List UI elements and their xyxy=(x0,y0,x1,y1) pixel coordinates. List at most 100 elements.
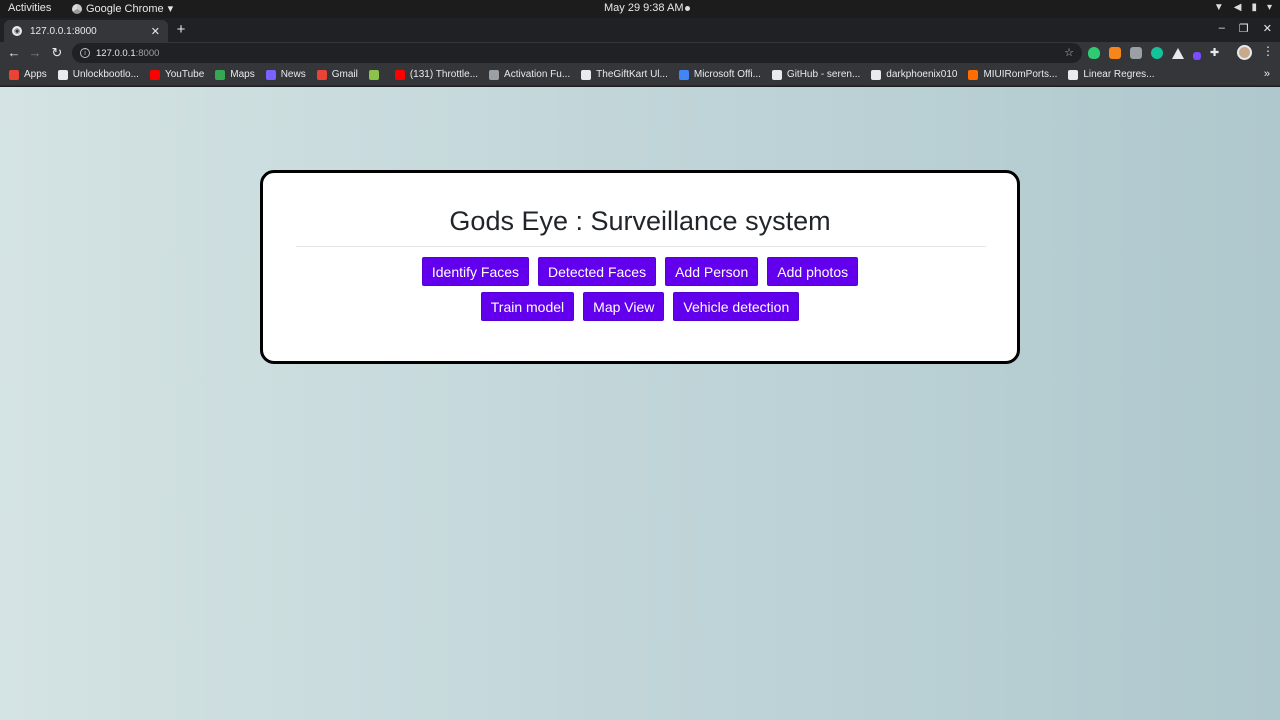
add-photos-button[interactable]: Add photos xyxy=(767,257,859,286)
reload-icon[interactable]: ↻ xyxy=(49,45,65,61)
profile-avatar[interactable] xyxy=(1237,45,1252,60)
bookmark-favicon-icon xyxy=(581,69,592,80)
bookmark-item[interactable]: Apps xyxy=(9,69,47,80)
bookmark-favicon-icon xyxy=(871,69,882,80)
tab-title: 127.0.0.1:8000 xyxy=(30,25,97,37)
bookmark-item[interactable]: Activation Fu... xyxy=(489,69,570,80)
caret-down-icon: ▾ xyxy=(167,3,174,15)
bookmark-label: darkphoenix010 xyxy=(886,69,958,80)
fox-extension-icon[interactable] xyxy=(1109,47,1121,59)
bookmark-item[interactable]: News xyxy=(265,69,306,80)
close-tab-icon[interactable]: ✕ xyxy=(151,25,160,38)
tab-active[interactable]: ◉ 127.0.0.1:8000 ✕ xyxy=(4,20,168,42)
url-port: :8000 xyxy=(135,47,160,59)
bookmark-favicon-icon xyxy=(265,69,276,80)
bookmark-label: Microsoft Offi... xyxy=(693,69,761,80)
detected-faces-button[interactable]: Detected Faces xyxy=(538,257,657,286)
bookmark-favicon-icon xyxy=(678,69,689,80)
bookmark-label: News xyxy=(280,69,306,80)
triangle-extension-icon[interactable] xyxy=(1172,47,1184,59)
add-person-button[interactable]: Add Person xyxy=(665,257,759,286)
wifi-icon: ▼ xyxy=(1213,2,1224,13)
address-bar[interactable]: i 127.0.0.1:8000 ☆ xyxy=(72,43,1082,63)
identify-faces-button[interactable]: Identify Faces xyxy=(421,257,530,286)
bookmark-item[interactable]: (131) Throttle... xyxy=(394,69,479,80)
bookmark-favicon-icon xyxy=(394,69,405,80)
purple-extension-icon[interactable] xyxy=(1193,52,1201,60)
bookmark-favicon-icon xyxy=(9,69,19,80)
bookmark-favicon-icon xyxy=(489,69,500,80)
bookmark-item[interactable]: darkphoenix010 xyxy=(871,69,957,80)
map-view-button[interactable]: Map View xyxy=(583,292,665,321)
tray-menu-icon: ▾ xyxy=(1266,2,1272,13)
clock[interactable]: May 29 9:38 AM xyxy=(604,2,684,14)
bookmark-item[interactable]: MIUIRomPorts... xyxy=(968,69,1057,80)
extensions-area: ✚ xyxy=(1088,46,1222,60)
bookmark-star-icon[interactable]: ☆ xyxy=(1064,46,1074,59)
window-controls: – ❐ ✕ xyxy=(1219,22,1272,35)
bookmark-item[interactable]: TheGiftKart Ul... xyxy=(581,69,668,80)
bookmark-label: Maps xyxy=(230,69,255,80)
bookmark-label: Gmail xyxy=(331,69,358,80)
app-menu[interactable]: Google Chrome ▾ xyxy=(72,2,173,15)
grammarly-extension-icon[interactable] xyxy=(1151,47,1163,59)
minimize-icon[interactable]: – xyxy=(1219,22,1225,35)
menu-kebab-icon[interactable]: ⋮ xyxy=(1262,44,1274,58)
bookmark-favicon-icon xyxy=(316,69,327,80)
new-tab-button[interactable]: + xyxy=(174,21,188,38)
button-row-1: Identify Faces Detected Faces Add Person… xyxy=(263,257,1017,286)
globe-icon: ◉ xyxy=(12,26,22,36)
browser-toolbar: ← → ↻ i 127.0.0.1:8000 ☆ ✚ ⋮ xyxy=(0,42,1280,64)
page-title: Gods Eye : Surveillance system xyxy=(449,206,831,236)
bookmark-item[interactable]: GitHub - seren... xyxy=(771,69,861,80)
volume-icon: ◀ xyxy=(1233,2,1242,13)
divider xyxy=(296,246,986,247)
activities-button[interactable]: Activities xyxy=(8,2,51,14)
main-card: Gods Eye : Surveillance system Identify … xyxy=(260,170,1020,364)
more-bookmarks-icon[interactable]: » xyxy=(1264,68,1270,80)
bookmark-item[interactable]: Unlockbootlo... xyxy=(57,69,139,80)
info-icon[interactable]: i xyxy=(80,48,90,58)
page-viewport: Gods Eye : Surveillance system Identify … xyxy=(0,87,1280,720)
app-menu-label: Google Chrome xyxy=(86,2,164,15)
notification-dot-icon xyxy=(685,6,690,11)
bookmark-item[interactable]: YouTube xyxy=(149,69,205,80)
tab-strip: ◉ 127.0.0.1:8000 ✕ + – ❐ ✕ xyxy=(0,18,1280,42)
bookmark-favicon-icon xyxy=(771,69,782,80)
square-extension-icon[interactable] xyxy=(1130,47,1142,59)
button-row-2: Train model Map View Vehicle detection xyxy=(263,292,1017,321)
forward-icon[interactable]: → xyxy=(27,45,43,60)
bookmark-label: Apps xyxy=(24,69,47,80)
bookmark-item[interactable]: Microsoft Offi... xyxy=(678,69,761,80)
bookmark-label: Activation Fu... xyxy=(504,69,571,80)
chrome-icon xyxy=(72,3,82,14)
bookmark-label: GitHub - seren... xyxy=(786,69,861,80)
bookmarks-bar: Apps Unlockbootlo... YouTube Maps News Gmail (… xyxy=(0,64,1280,86)
bookmark-favicon-icon xyxy=(215,69,226,80)
bookmark-label: YouTube xyxy=(164,69,205,80)
system-top-bar: Activities Google Chrome ▾ May 29 9:38 A… xyxy=(0,0,1280,18)
vehicle-detection-button[interactable]: Vehicle detection xyxy=(673,292,800,321)
bookmark-label: Unlockbootlo... xyxy=(72,69,139,80)
shield-extension-icon[interactable] xyxy=(1088,47,1100,59)
battery-icon: ▮ xyxy=(1251,2,1257,13)
bookmark-favicon-icon xyxy=(1068,69,1079,80)
url-host: 127.0.0.1 xyxy=(96,47,136,59)
close-window-icon[interactable]: ✕ xyxy=(1263,22,1272,35)
puzzle-extensions-icon[interactable]: ✚ xyxy=(1210,47,1222,59)
bookmark-item[interactable]: Gmail xyxy=(316,69,358,80)
back-icon[interactable]: ← xyxy=(6,45,22,60)
bookmark-label: TheGiftKart Ul... xyxy=(596,69,668,80)
bookmark-label: Linear Regres... xyxy=(1083,69,1155,80)
restore-icon[interactable]: ❐ xyxy=(1239,22,1249,35)
bookmark-item[interactable]: Maps xyxy=(215,69,255,80)
bookmark-item[interactable]: Linear Regres... xyxy=(1068,69,1155,80)
bookmark-item[interactable] xyxy=(368,69,384,80)
bookmark-favicon-icon xyxy=(149,69,160,80)
train-model-button[interactable]: Train model xyxy=(480,292,575,321)
system-tray[interactable]: ▼ ◀ ▮ ▾ xyxy=(1214,2,1272,13)
bookmark-label: (131) Throttle... xyxy=(409,69,479,80)
bookmark-label: MIUIRomPorts... xyxy=(983,69,1058,80)
bookmark-favicon-icon xyxy=(968,69,979,80)
bookmark-favicon-icon xyxy=(57,69,68,80)
